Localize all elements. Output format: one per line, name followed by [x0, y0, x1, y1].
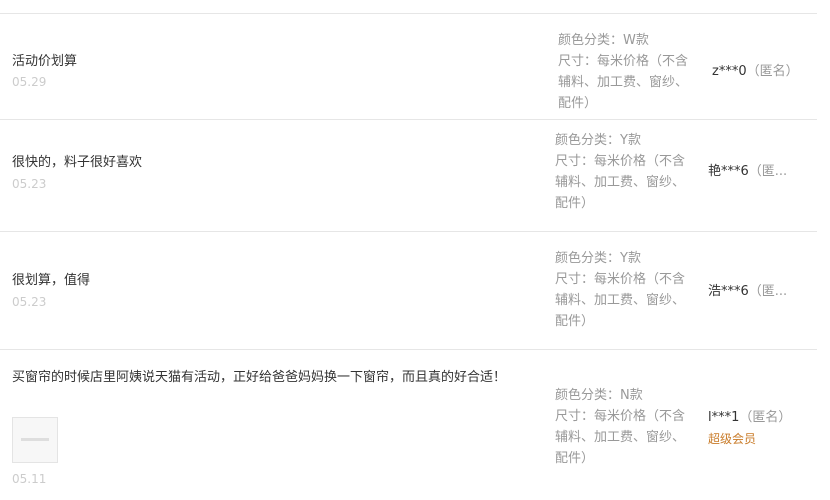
- review-sku: 颜色分类：W款 尺寸：每米价格（不含辅料、加工费、窗纱、配件）: [558, 30, 698, 114]
- sku-color: 颜色分类：Y款: [555, 133, 641, 148]
- sku-size: 尺寸：每米价格（不含辅料、加工费、窗纱、配件）: [558, 54, 689, 111]
- anonymous-label: （匿名）: [746, 64, 799, 79]
- reviewer-name: z***0: [712, 64, 747, 79]
- review-date: 05.23: [12, 295, 47, 309]
- sku-size: 尺寸：每米价格（不含辅料、加工费、窗纱、配件）: [555, 272, 686, 329]
- sku-size: 尺寸：每米价格（不含辅料、加工费、窗纱、配件）: [555, 154, 686, 211]
- reviewer: 艳***6（匿...: [708, 162, 787, 182]
- review-sku: 颜色分类：Y款 尺寸：每米价格（不含辅料、加工费、窗纱、配件）: [555, 248, 695, 332]
- review-sku: 颜色分类：N款 尺寸：每米价格（不含辅料、加工费、窗纱、配件）: [555, 385, 695, 469]
- reviewer-name: l***1: [708, 410, 740, 425]
- review-content: 很划算，值得: [12, 273, 91, 288]
- reviewer: l***1（匿名）: [708, 408, 791, 428]
- review-date: 05.23: [12, 177, 47, 191]
- reviewer: z***0（匿名）: [712, 62, 799, 82]
- anonymous-label: （匿名）: [739, 410, 792, 425]
- review-item: 很快的，料子很好喜欢 05.23 颜色分类：Y款 尺寸：每米价格（不含辅料、加工…: [0, 119, 817, 232]
- reviewer: 浩***6（匿...: [708, 282, 787, 302]
- photo-placeholder: [21, 438, 49, 441]
- sku-color: 颜色分类：Y款: [555, 251, 641, 266]
- anonymous-label: （匿...: [748, 284, 788, 299]
- review-item: 很划算，值得 05.23 颜色分类：Y款 尺寸：每米价格（不含辅料、加工费、窗纱…: [0, 231, 817, 350]
- sku-color: 颜色分类：W款: [558, 33, 649, 48]
- review-sku: 颜色分类：Y款 尺寸：每米价格（不含辅料、加工费、窗纱、配件）: [555, 130, 695, 214]
- review-date: 05.29: [12, 75, 47, 89]
- review-item: 活动价划算 05.29 颜色分类：W款 尺寸：每米价格（不含辅料、加工费、窗纱、…: [0, 13, 817, 120]
- reviewer-name: 艳***6: [708, 164, 749, 179]
- vip-badge: 超级会员: [708, 432, 757, 446]
- review-content: 很快的，料子很好喜欢: [12, 155, 143, 170]
- review-date: 05.11: [12, 472, 47, 486]
- review-content: 买窗帘的时候店里阿姨说天猫有活动，正好给爸爸妈妈换一下窗帘，而且真的好合适！: [12, 370, 507, 385]
- review-content: 活动价划算: [12, 54, 78, 69]
- sku-color: 颜色分类：N款: [555, 388, 643, 403]
- anonymous-label: （匿...: [748, 164, 788, 179]
- review-item: 买窗帘的时候店里阿姨说天猫有活动，正好给爸爸妈妈换一下窗帘，而且真的好合适！ 0…: [0, 349, 817, 500]
- reviewer-name: 浩***6: [708, 284, 749, 299]
- review-photo-thumbnail[interactable]: [12, 417, 58, 463]
- sku-size: 尺寸：每米价格（不含辅料、加工费、窗纱、配件）: [555, 409, 686, 466]
